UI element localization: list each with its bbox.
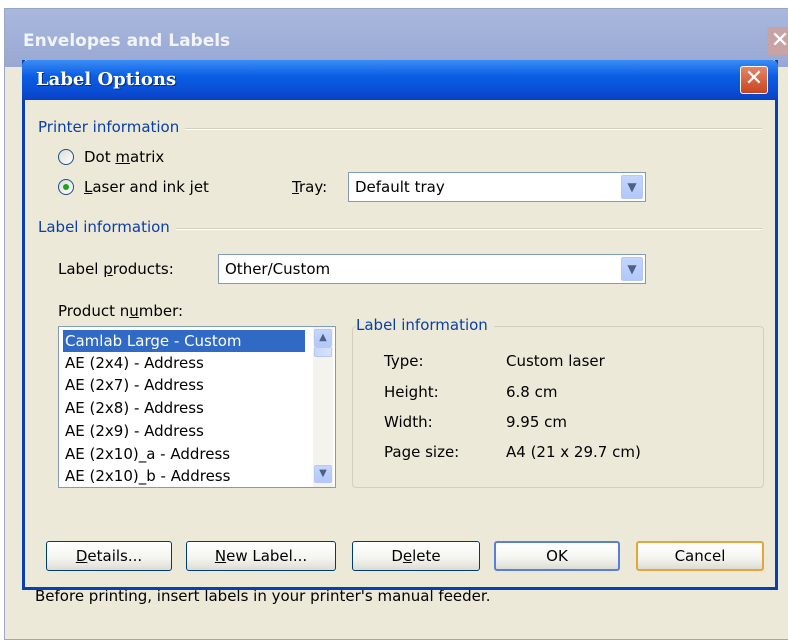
- width-value: 9.95 cm: [506, 413, 568, 431]
- laser-ink-jet-option[interactable]: Laser and ink jet: [58, 178, 258, 198]
- type-label: Type:: [384, 352, 424, 370]
- tray-dropdown[interactable]: Default tray ▼: [348, 172, 646, 202]
- label-products-label: Label products:: [58, 260, 174, 278]
- tray-label: Tray:: [292, 178, 328, 196]
- height-value: 6.8 cm: [506, 383, 558, 401]
- label-products-dropdown[interactable]: Other/Custom ▼: [218, 254, 646, 284]
- dialog-titlebar[interactable]: Label Options ✕: [22, 60, 778, 100]
- list-item[interactable]: AE (2x4) - Address: [63, 352, 305, 374]
- list-item[interactable]: AE (2x10)_a - Address: [63, 443, 305, 465]
- printer-information-heading: Printer information: [38, 118, 186, 136]
- laser-ink-jet-radio[interactable]: [58, 179, 74, 195]
- background-close-icon[interactable]: ✕: [767, 27, 788, 55]
- background-titlebar: Envelopes and Labels ✕: [5, 9, 788, 67]
- scrollbar-thumb[interactable]: [314, 347, 332, 357]
- product-number-label: Product number:: [58, 302, 184, 320]
- product-number-list[interactable]: Camlab Large - Custom AE (2x4) - Address…: [58, 326, 336, 488]
- cancel-button[interactable]: Cancel: [636, 541, 764, 571]
- label-details-frame: [352, 326, 764, 488]
- dot-matrix-option[interactable]: Dot matrix: [58, 148, 198, 168]
- dot-matrix-label: Dot matrix: [84, 148, 165, 166]
- close-icon[interactable]: ✕: [740, 66, 768, 94]
- dialog-title: Label Options: [36, 69, 177, 90]
- background-window-title: Envelopes and Labels: [23, 31, 231, 51]
- label-details-heading: Label information: [356, 316, 494, 334]
- delete-button[interactable]: Delete: [352, 541, 480, 571]
- scroll-up-icon[interactable]: ▲: [314, 329, 332, 347]
- tray-value: Default tray: [355, 178, 445, 196]
- list-item[interactable]: Camlab Large - Custom: [63, 330, 305, 352]
- details-button[interactable]: Details...: [46, 541, 172, 571]
- dot-matrix-radio[interactable]: [58, 149, 74, 165]
- type-value: Custom laser: [506, 352, 605, 370]
- width-label: Width:: [384, 413, 433, 431]
- list-item[interactable]: AE (2x9) - Address: [63, 420, 305, 442]
- height-label: Height:: [384, 383, 439, 401]
- label-products-value: Other/Custom: [225, 260, 331, 278]
- laser-ink-jet-label: Laser and ink jet: [84, 178, 209, 196]
- chevron-down-icon[interactable]: ▼: [621, 175, 643, 199]
- list-item[interactable]: AE (2x7) - Address: [63, 374, 305, 396]
- page-size-label: Page size:: [384, 443, 460, 461]
- new-label-button[interactable]: New Label...: [186, 541, 336, 571]
- list-scrollbar[interactable]: ▲ ▼: [313, 327, 333, 487]
- list-item[interactable]: AE (2x8) - Address: [63, 397, 305, 419]
- radio-selected-dot: [63, 184, 69, 190]
- scroll-down-icon[interactable]: ▼: [314, 465, 332, 483]
- list-item[interactable]: AE (2x10)_b - Address: [63, 465, 305, 487]
- ok-button[interactable]: OK: [494, 541, 620, 571]
- label-information-heading: Label information: [38, 218, 176, 236]
- page-size-value: A4 (21 x 29.7 cm): [506, 443, 641, 461]
- chevron-down-icon[interactable]: ▼: [621, 257, 643, 281]
